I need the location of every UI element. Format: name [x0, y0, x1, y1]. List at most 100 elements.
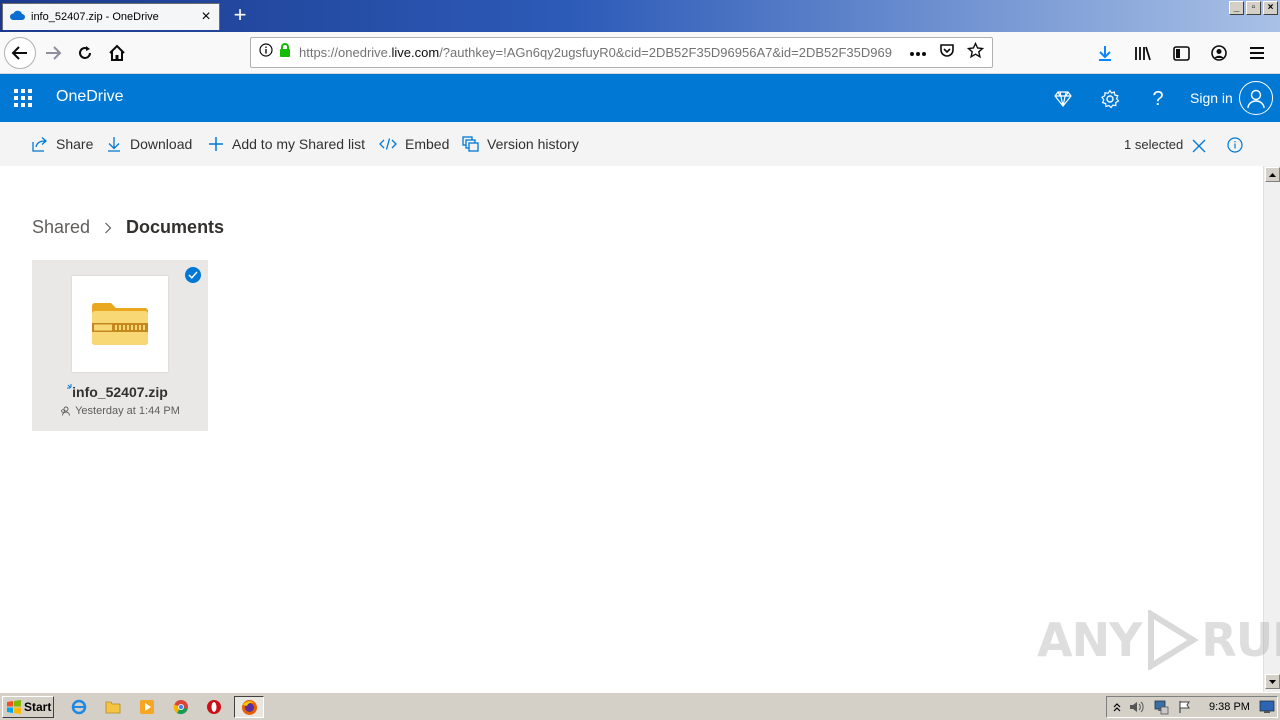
- plus-icon: [209, 137, 223, 151]
- premium-diamond-icon[interactable]: [1050, 86, 1076, 112]
- action-center-flag-icon[interactable]: [1176, 698, 1194, 716]
- chrome-icon[interactable]: [172, 698, 190, 716]
- address-bar[interactable]: https://onedrive.live.com/?authkey=!AGn6…: [250, 37, 993, 68]
- browser-tab[interactable]: info_52407.zip - OneDrive ×: [2, 3, 220, 30]
- forward-arrow-icon: [46, 46, 62, 60]
- breadcrumb-shared[interactable]: Shared: [32, 217, 90, 238]
- opera-icon[interactable]: [205, 698, 223, 716]
- version-history-button[interactable]: Version history: [462, 134, 579, 154]
- chevron-right-icon: [104, 222, 112, 234]
- forward-button[interactable]: [38, 38, 68, 68]
- windows-logo-icon: [7, 700, 21, 714]
- new-tab-button[interactable]: +: [228, 3, 252, 29]
- clock: 9:38 PM: [1209, 701, 1250, 713]
- browser-title-bar: info_52407.zip - OneDrive × + _ ▫ ×: [0, 0, 1280, 32]
- window-controls: _ ▫ ×: [1229, 1, 1278, 15]
- user-avatar-icon[interactable]: [1239, 81, 1273, 115]
- file-modified: Yesterday at 1:44 PM: [75, 405, 180, 417]
- network-icon[interactable]: [1152, 698, 1170, 716]
- tray-expand-icon[interactable]: [1108, 698, 1126, 716]
- home-icon: [109, 44, 125, 61]
- back-button[interactable]: [4, 37, 36, 69]
- close-window-icon[interactable]: ×: [1263, 1, 1278, 15]
- version-history-icon: [462, 136, 479, 152]
- breadcrumb: Shared Documents: [32, 217, 224, 238]
- pocket-icon[interactable]: [939, 42, 955, 63]
- downloads-button[interactable]: [1090, 38, 1120, 68]
- account-button[interactable]: [1204, 38, 1234, 68]
- watermark-right: RUN: [1201, 613, 1280, 667]
- onedrive-header: OneDrive ? Sign in: [0, 74, 1280, 122]
- url-text: https://onedrive.live.com/?authkey=!AGn6…: [299, 45, 903, 60]
- home-button[interactable]: [102, 38, 132, 68]
- download-label: Download: [130, 136, 193, 152]
- start-label: Start: [24, 700, 52, 714]
- share-label: Share: [56, 136, 94, 152]
- sidebar-button[interactable]: [1166, 38, 1196, 68]
- download-arrow-icon: [1099, 46, 1111, 61]
- tab-close-icon[interactable]: ×: [199, 9, 213, 25]
- scroll-up-icon[interactable]: [1265, 167, 1280, 182]
- embed-code-icon: [379, 138, 397, 150]
- volume-icon[interactable]: [1128, 698, 1146, 716]
- tab-title: info_52407.zip - OneDrive: [31, 11, 159, 23]
- add-to-shared-list-button[interactable]: Add to my Shared list: [208, 134, 365, 154]
- url-path: /?authkey=!AGn6qy2ugsfuyR0&cid=2DB52F35D…: [439, 45, 892, 60]
- account-icon: [1211, 45, 1227, 61]
- lock-icon[interactable]: [279, 43, 291, 62]
- watermark-left: ANY: [1037, 613, 1142, 667]
- back-arrow-icon: [11, 46, 27, 60]
- file-tile[interactable]: info_52407.zip Yesterday at 1:44 PM: [32, 260, 208, 431]
- onedrive-brand[interactable]: OneDrive: [56, 88, 124, 106]
- windows-taskbar: Start 9:38 PM: [0, 692, 1280, 720]
- help-icon[interactable]: ?: [1145, 86, 1171, 112]
- file-thumbnail[interactable]: [72, 276, 168, 372]
- menu-button[interactable]: [1242, 38, 1272, 68]
- hamburger-menu-icon: [1250, 47, 1264, 59]
- watermark-play-icon: [1148, 610, 1200, 670]
- add-to-shared-list-label: Add to my Shared list: [232, 136, 366, 152]
- shared-people-icon: [61, 406, 71, 416]
- reload-button[interactable]: [70, 38, 100, 68]
- details-pane-button[interactable]: [1227, 135, 1251, 155]
- embed-label: Embed: [405, 136, 450, 152]
- show-desktop-icon[interactable]: [1258, 698, 1276, 716]
- anyrun-watermark: ANY RUN: [1037, 610, 1280, 670]
- scroll-down-icon[interactable]: [1265, 674, 1280, 689]
- selection-count: 1 selected: [1124, 137, 1184, 152]
- bookmark-star-icon[interactable]: [966, 41, 985, 64]
- download-button[interactable]: Download: [106, 134, 192, 154]
- download-icon: [108, 137, 120, 152]
- minimize-icon[interactable]: _: [1229, 1, 1244, 15]
- library-button[interactable]: [1128, 38, 1158, 68]
- library-icon: [1135, 46, 1151, 61]
- info-icon[interactable]: [259, 43, 273, 62]
- url-host: live.com: [391, 45, 440, 60]
- start-button[interactable]: Start: [2, 696, 54, 718]
- file-meta: Yesterday at 1:44 PM: [32, 405, 208, 417]
- internet-explorer-icon[interactable]: [70, 698, 88, 716]
- sign-in-link[interactable]: Sign in: [1190, 90, 1233, 106]
- file-name[interactable]: info_52407.zip: [32, 384, 208, 400]
- onedrive-cloud-icon: [9, 8, 25, 26]
- browser-nav-bar: https://onedrive.live.com/?authkey=!AGn6…: [0, 32, 1280, 74]
- firefox-icon[interactable]: [240, 698, 258, 716]
- share-button[interactable]: Share: [32, 134, 93, 154]
- reload-icon: [79, 46, 91, 59]
- info-circle-icon: [1227, 137, 1243, 153]
- share-icon: [32, 137, 47, 152]
- zip-folder-icon: [92, 303, 148, 345]
- restore-icon[interactable]: ▫: [1246, 1, 1261, 15]
- sidebar-icon: [1172, 45, 1190, 61]
- file-explorer-icon[interactable]: [104, 698, 122, 716]
- clear-selection-button[interactable]: [1192, 136, 1214, 156]
- media-player-icon[interactable]: [138, 698, 156, 716]
- settings-gear-icon[interactable]: [1097, 86, 1123, 112]
- url-prefix: https://onedrive.: [299, 45, 392, 60]
- embed-button[interactable]: Embed: [379, 134, 449, 154]
- page-actions-icon[interactable]: [909, 44, 927, 62]
- app-launcher-icon[interactable]: [14, 89, 32, 107]
- version-history-label: Version history: [487, 136, 579, 152]
- selected-check-icon[interactable]: [185, 267, 201, 283]
- command-bar: Share Download Add to my Shared list Emb…: [0, 122, 1280, 166]
